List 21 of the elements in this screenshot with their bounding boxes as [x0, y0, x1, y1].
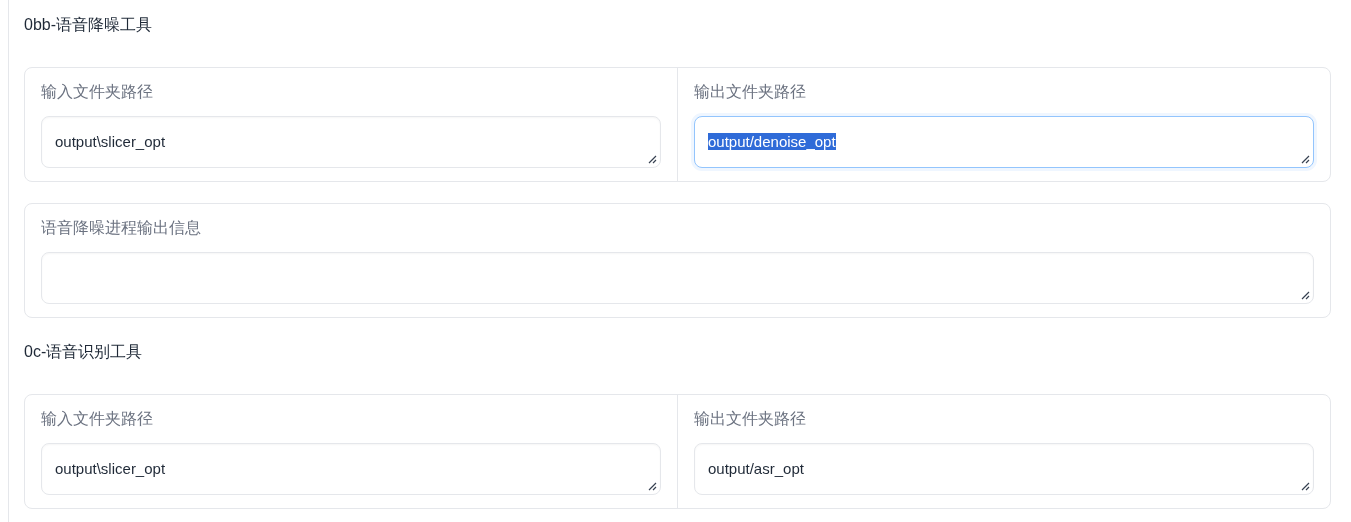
field-value: output/asr_opt — [708, 460, 804, 477]
section-title: 0c-语音识别工具 — [24, 342, 144, 362]
field-value: output\slicer_opt — [55, 460, 166, 477]
input-field[interactable] — [41, 252, 1314, 304]
field-label: 输入文件夹路径 — [41, 409, 153, 429]
resize-handle-icon[interactable] — [1301, 482, 1310, 491]
resize-handle-icon[interactable] — [1301, 155, 1310, 164]
field-value: output\slicer_opt — [55, 133, 166, 150]
resize-handle-icon[interactable] — [1301, 291, 1310, 300]
input-field[interactable]: output/asr_opt — [694, 443, 1314, 495]
section-title: 0bb-语音降噪工具 — [24, 15, 154, 35]
field-value: output/denoise_opt — [708, 133, 836, 150]
field-label: 输出文件夹路径 — [694, 82, 806, 102]
resize-handle-icon[interactable] — [648, 482, 657, 491]
field-label: 语音降噪进程输出信息 — [41, 218, 201, 238]
input-field[interactable]: output\slicer_opt — [41, 443, 661, 495]
input-field[interactable]: output\slicer_opt — [41, 116, 661, 168]
field-label: 输入文件夹路径 — [41, 82, 153, 102]
field-label: 输出文件夹路径 — [694, 409, 806, 429]
resize-handle-icon[interactable] — [648, 155, 657, 164]
input-field[interactable]: output/denoise_opt — [694, 116, 1314, 168]
